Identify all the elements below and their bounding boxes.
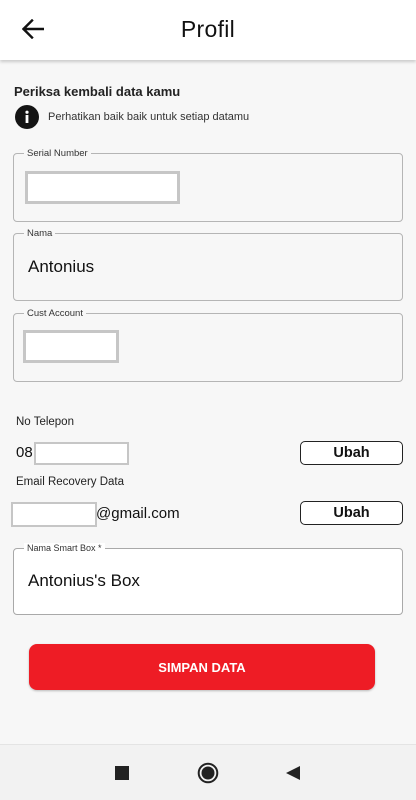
smart-box-name-value: Antonius's Box (28, 571, 140, 590)
circle-icon (197, 762, 219, 784)
system-nav-bar (0, 744, 416, 800)
email-label: Email Recovery Data (16, 476, 125, 488)
change-email-button[interactable]: Ubah (300, 501, 403, 525)
serial-number-field[interactable]: Serial Number (13, 148, 403, 222)
info-row: Perhatikan baik baik untuk setiap datamu (15, 105, 249, 129)
change-phone-button[interactable]: Ubah (300, 441, 403, 465)
nama-field[interactable]: Nama Antonius (13, 228, 403, 301)
save-data-button[interactable]: SIMPAN DATA (29, 644, 375, 690)
redacted-email-username (11, 502, 97, 527)
home-button[interactable] (196, 761, 220, 785)
nama-label: Nama (24, 228, 56, 239)
cust-account-field[interactable]: Cust Account (13, 308, 403, 382)
phone-label: No Telepon (16, 416, 74, 428)
email-suffix: @gmail.com (96, 505, 180, 522)
smart-box-name-field[interactable]: Nama Smart Box * Antonius's Box (13, 543, 403, 615)
redacted-serial-number (25, 171, 180, 204)
page-title: Profil (180, 16, 236, 42)
info-icon (15, 105, 39, 129)
cust-account-label: Cust Account (24, 308, 86, 319)
redacted-cust-account (23, 330, 119, 363)
triangle-back-icon (286, 766, 300, 780)
serial-number-label: Serial Number (24, 148, 91, 159)
back-nav-button[interactable] (281, 761, 305, 785)
info-text: Perhatikan baik baik untuk setiap datamu (48, 111, 250, 123)
recent-apps-button[interactable] (110, 761, 134, 785)
smart-box-name-label: Nama Smart Box * (24, 543, 105, 554)
section-title: Periksa kembali data kamu (14, 84, 181, 99)
nama-value: Antonius (28, 257, 95, 276)
redacted-phone-number (34, 442, 129, 465)
phone-prefix: 08 (16, 444, 33, 461)
square-icon (115, 766, 129, 780)
app-bar: Profil (0, 0, 416, 60)
